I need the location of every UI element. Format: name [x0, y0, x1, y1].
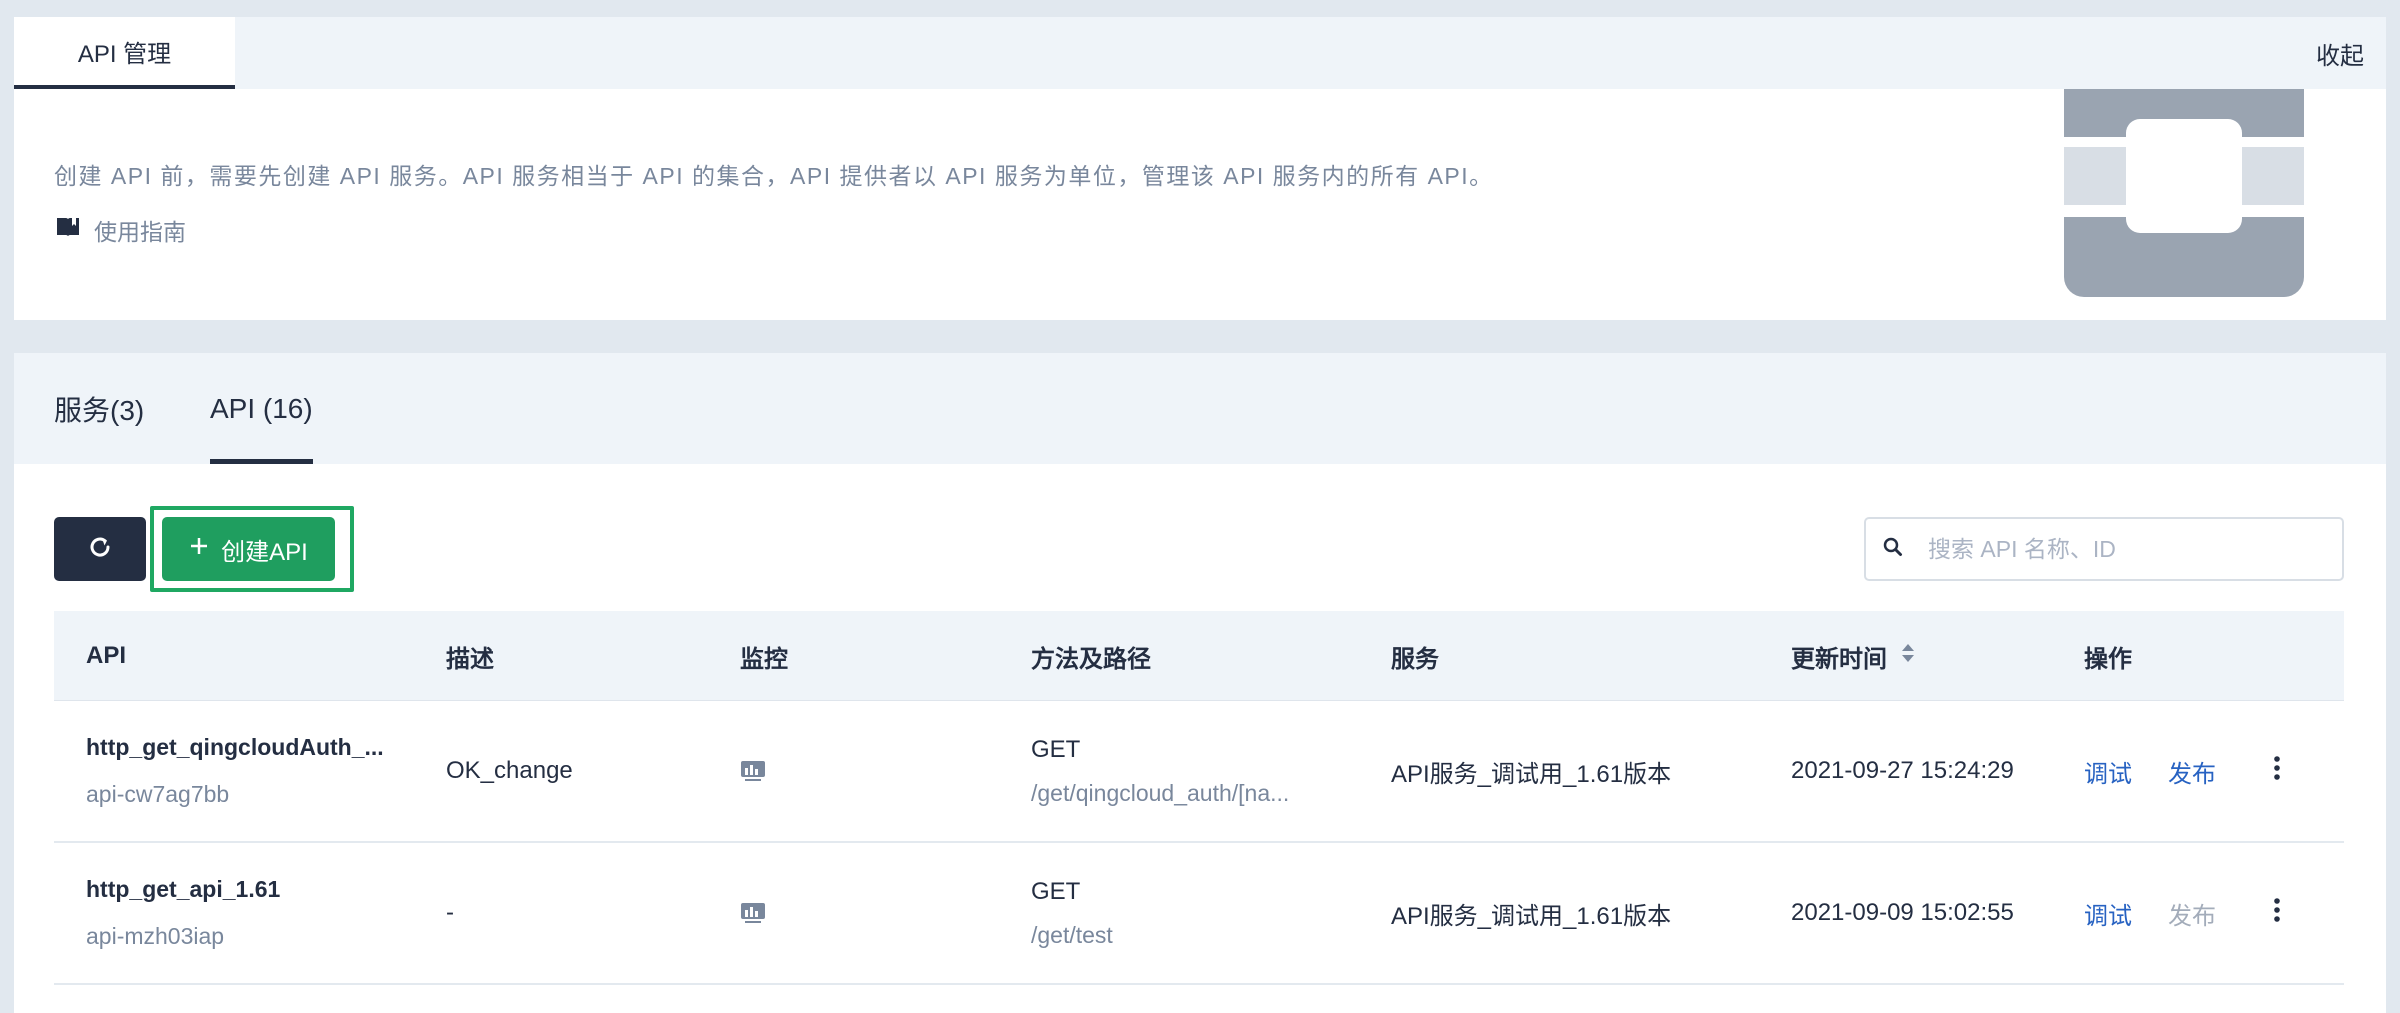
intro-description: 创建 API 前，需要先创建 API 服务。API 服务相当于 API 的集合，…	[54, 163, 1494, 189]
table-header: API 描述 监控 方法及路径 服务 更新时间 操作	[54, 611, 2344, 701]
monitor-chart-icon[interactable]	[740, 843, 766, 983]
description-cell: -	[446, 899, 454, 926]
search-icon	[1866, 536, 1928, 563]
search-box[interactable]	[1864, 517, 2344, 581]
more-vertical-icon[interactable]	[2252, 897, 2282, 930]
api-name-link[interactable]: http_get_qingcloudAuth_...	[86, 734, 384, 761]
table-row: http_get_qingcloudAuth_... api-cw7ag7bb …	[54, 701, 2344, 843]
column-updated-time-label: 更新时间	[1791, 645, 1887, 673]
column-updated-time[interactable]: 更新时间	[1791, 611, 1915, 701]
method-path-cell: GET /get/test	[1031, 843, 1113, 983]
column-monitor: 监控	[740, 645, 788, 673]
debug-link[interactable]: 调试	[2084, 896, 2132, 931]
service-cell: API服务_调试用_1.61版本	[1391, 760, 1672, 788]
api-illustration	[2064, 89, 2304, 297]
refresh-icon	[87, 534, 113, 565]
column-service: 服务	[1391, 645, 1439, 673]
tab-api-management[interactable]: API 管理	[14, 17, 235, 89]
actions-cell: 调试 发布	[2084, 701, 2282, 841]
search-input[interactable]	[1928, 535, 2328, 563]
http-method: GET	[1031, 735, 1081, 763]
list-tab-bar: 服务(3) API (16)	[14, 353, 2386, 464]
updated-time-cell: 2021-09-09 15:02:55	[1791, 899, 2014, 926]
service-cell: API服务_调试用_1.61版本	[1391, 902, 1672, 930]
intro-tab-bar: API 管理 收起	[14, 17, 2386, 89]
column-actions: 操作	[2084, 645, 2132, 673]
api-path: /get/qingcloud_auth/[na...	[1031, 779, 1290, 806]
api-id: api-cw7ag7bb	[86, 781, 230, 807]
plus-icon	[189, 535, 209, 563]
api-id: api-mzh03iap	[86, 923, 225, 949]
api-cell: http_get_qingcloudAuth_... api-cw7ag7bb	[86, 701, 384, 841]
book-icon	[56, 216, 80, 244]
publish-link[interactable]: 发布	[2168, 754, 2216, 789]
description-cell: OK_change	[446, 757, 573, 784]
monitor-chart-icon[interactable]	[740, 701, 766, 841]
column-method-path: 方法及路径	[1031, 645, 1151, 673]
http-method: GET	[1031, 877, 1081, 905]
tab-api[interactable]: API (16)	[210, 353, 313, 464]
collapse-button[interactable]: 收起	[2316, 17, 2364, 89]
tab-services[interactable]: 服务(3)	[54, 353, 144, 464]
usage-guide-label: 使用指南	[94, 219, 186, 245]
column-description: 描述	[446, 645, 494, 673]
method-path-cell: GET /get/qingcloud_auth/[na...	[1031, 701, 1289, 841]
create-api-label: 创建API	[221, 538, 308, 566]
column-api: API	[86, 642, 127, 669]
sort-icon[interactable]	[1887, 642, 1915, 671]
actions-cell: 调试 发布	[2084, 843, 2282, 983]
more-vertical-icon[interactable]	[2252, 755, 2282, 788]
debug-link[interactable]: 调试	[2084, 754, 2132, 789]
api-cell: http_get_api_1.61 api-mzh03iap	[86, 843, 280, 983]
intro-card: API 管理 收起 创建 API 前，需要先创建 API 服务。API 服务相当…	[14, 17, 2386, 320]
publish-link[interactable]: 发布	[2168, 896, 2216, 931]
create-api-button[interactable]: 创建API	[162, 517, 335, 581]
refresh-button[interactable]	[54, 517, 146, 581]
usage-guide-link[interactable]: 使用指南	[56, 213, 186, 247]
api-list-card: 服务(3) API (16) 创建API API 描述 监控 方法及路径 服务 …	[14, 353, 2386, 1013]
table-row: http_get_api_1.61 api-mzh03iap - GET /ge…	[54, 843, 2344, 985]
api-path: /get/test	[1031, 921, 1113, 948]
api-name-link[interactable]: http_get_api_1.61	[86, 876, 280, 903]
updated-time-cell: 2021-09-27 15:24:29	[1791, 757, 2014, 784]
